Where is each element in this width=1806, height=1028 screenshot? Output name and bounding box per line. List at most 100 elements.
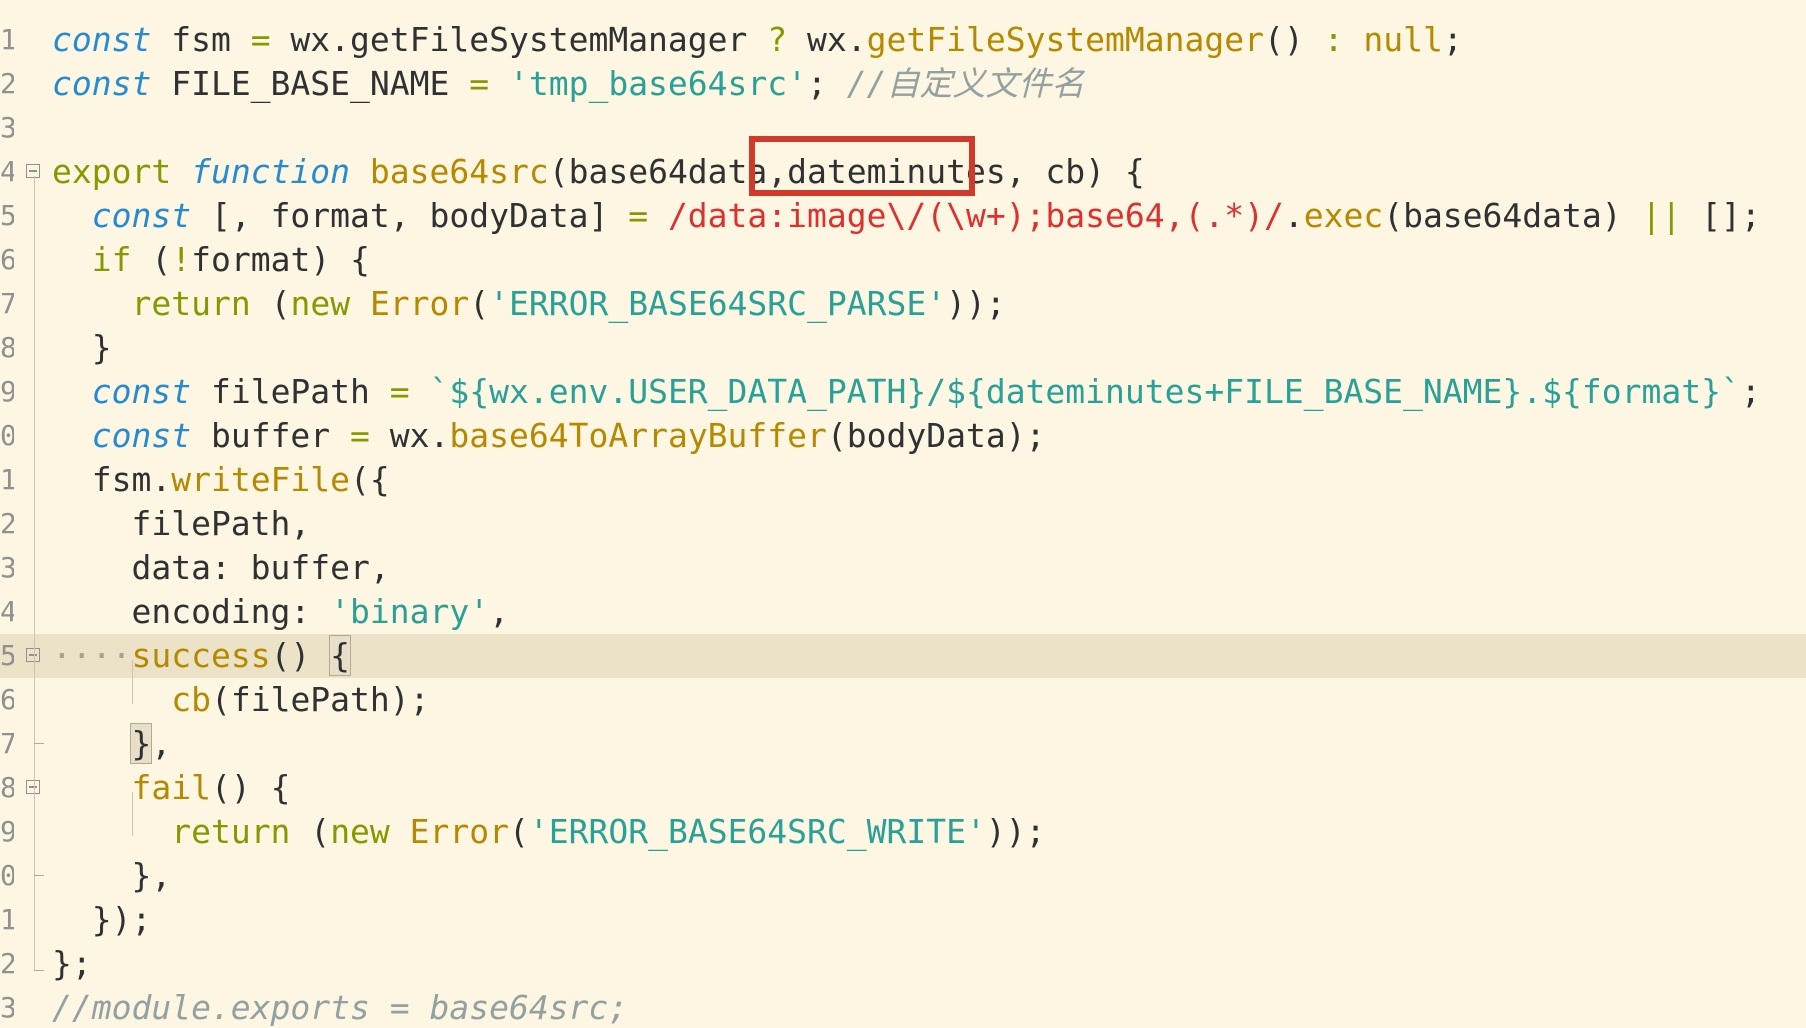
code-token: ···· [52,636,132,675]
line-number: 4 [0,155,14,188]
code-token: //自定义文件名 [846,64,1085,103]
code-text: cb(filePath); [52,678,430,722]
code-token: ; [1740,372,1761,411]
code-line[interactable]: 6 if (!format) { [0,238,1806,282]
code-token: . [1283,196,1304,235]
fold-toggle-icon[interactable] [26,648,40,662]
code-token: const [91,372,192,411]
code-text: ····success() { [52,634,352,678]
code-token: 'ERROR_BASE64SRC_PARSE' [489,284,947,323]
code-token: encoding: [52,592,331,631]
code-line[interactable]: 1 }); [0,898,1806,942]
line-number: 5 [0,199,14,232]
code-token: }; [52,944,92,983]
code-line[interactable]: 1 const fsm = wx.getFileSystemManager ? w… [0,18,1806,62]
fold-toggle-icon[interactable] [26,780,40,794]
code-line[interactable]: 8 } [0,326,1806,370]
code-line[interactable]: 5 ····success() { [0,634,1806,678]
code-token: ? [767,20,788,59]
code-token: return [171,812,291,851]
fold-end-marker [34,875,44,876]
code-token: } [130,723,153,764]
code-line[interactable]: 2}; [0,942,1806,986]
code-token: wx. [369,416,450,455]
code-token: ; [1442,20,1463,59]
line-number: 4 [0,595,14,628]
code-line[interactable]: 9 const filePath = `${wx.env.USER_DATA_P… [0,370,1806,414]
code-token: ! [171,240,192,279]
code-line[interactable]: 0 const buffer = wx.base64ToArrayBuffer(… [0,414,1806,458]
code-token: () [270,636,331,675]
code-token: 'ERROR_BASE64SRC_WRITE' [528,812,986,851]
code-token: writeFile [171,460,351,499]
code-token: []; [1681,196,1761,235]
fold-end-marker [34,970,44,971]
code-token: (filePath); [210,680,430,719]
code-line[interactable]: 8 fail() { [0,766,1806,810]
code-token: `${wx.env.USER_DATA_PATH}/${dateminutes+… [429,372,1741,411]
code-line[interactable]: 2 const FILE_BASE_NAME = 'tmp_base64src';… [0,62,1806,106]
code-token: ( [509,812,529,851]
code-text: export function base64src(base64data,dat… [52,150,1145,194]
code-line[interactable]: 3 //module.exports = base64src; [0,986,1806,1028]
code-text: fail() { [52,766,290,810]
code-token: , [489,592,509,631]
fold-toggle-icon[interactable] [26,164,40,178]
code-line[interactable]: 2 filePath, [0,502,1806,546]
line-number: 6 [0,683,14,716]
code-token: new [290,284,351,323]
code-token: || [1641,196,1682,235]
code-token: )); [946,284,1006,323]
code-line[interactable]: 5 const [, format, bodyData] = /data:ima… [0,194,1806,238]
code-token: (base64data) [1383,196,1642,235]
line-number: 2 [0,947,14,980]
line-number: 8 [0,331,14,364]
code-line[interactable]: 7 }, [0,722,1806,766]
code-line[interactable]: 9 return (new Error('ERROR_BASE64SRC_WRI… [0,810,1806,854]
code-token: export [52,152,172,191]
code-token: fsm [151,20,251,59]
line-number: 2 [0,67,14,100]
code-token: const [52,64,152,103]
code-text: return (new Error('ERROR_BASE64SRC_WRITE… [52,810,1045,854]
indent-guide [132,792,133,836]
code-token: format) { [191,240,370,279]
code-token: = [250,20,271,59]
code-line[interactable]: 7 return (new Error('ERROR_BASE64SRC_PAR… [0,282,1806,326]
code-editor[interactable]: 1 const fsm = wx. getFileSystemManager ? w… [0,0,1806,1028]
code-token: if [91,240,132,279]
code-line[interactable]: 6 cb(filePath); [0,678,1806,722]
code-text: if (!format) { [52,238,370,282]
code-line[interactable]: 0 }, [0,854,1806,898]
code-token: new [330,812,390,851]
code-token: exec [1303,196,1384,235]
code-token: ( [131,240,172,279]
code-text: encoding: 'binary', [52,590,509,634]
code-token: }, [52,856,172,895]
code-line[interactable]: 3 data: buffer, [0,546,1806,590]
indent-guide [34,660,35,744]
code-line[interactable]: 1 fsm.writeFile({ [0,458,1806,502]
code-token: FILE_BASE_NAME [151,64,470,103]
code-token: const [91,416,192,455]
code-text: const [, format, bodyData] = /data:image… [52,194,1761,238]
code-line[interactable]: 4 encoding: 'binary', [0,590,1806,634]
code-token: //module.exports = base64src; [52,988,629,1027]
code-token: } [52,328,112,367]
line-number: 6 [0,243,14,276]
code-token: getFileSystemManager [350,20,748,59]
code-token: ( [250,284,291,323]
code-token: () [1264,20,1324,59]
line-number: 1 [0,23,14,56]
code-text: filePath, [52,502,310,546]
line-number: 3 [0,551,14,584]
code-token: buffer [191,416,351,455]
code-text: const filePath = `${wx.env.USER_DATA_PAT… [52,370,1761,414]
